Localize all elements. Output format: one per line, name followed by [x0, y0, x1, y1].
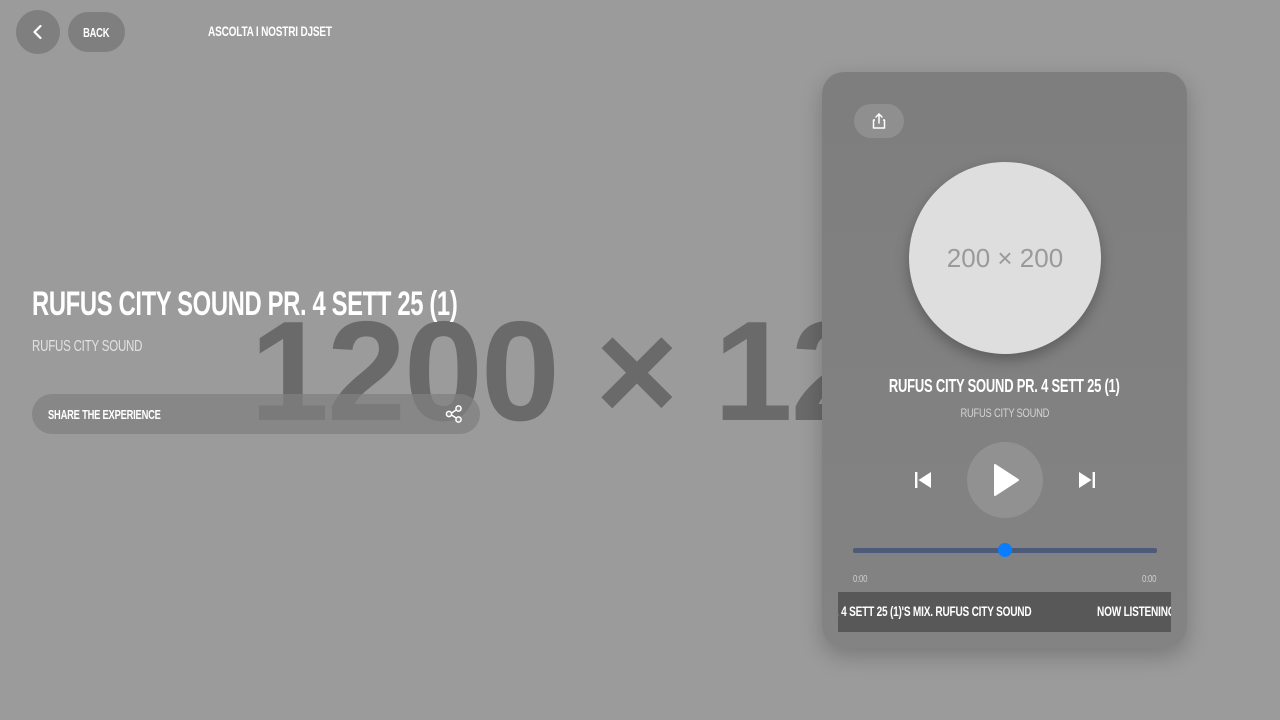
chevron-left-icon: [33, 24, 42, 40]
current-time: 0:00: [853, 569, 871, 587]
play-button[interactable]: [967, 442, 1043, 518]
album-cover-placeholder: 200 × 200: [946, 242, 1064, 273]
back-button[interactable]: BACK: [68, 12, 125, 52]
back-circle-button[interactable]: [16, 10, 60, 54]
page-title-text: ASCOLTA I NOSTRI DJSET: [208, 23, 332, 39]
ticker-track-text: . 4 SETT 25 (1)'S MIX. RUFUS CITY SOUND: [838, 603, 1107, 621]
progress-slider-thumb[interactable]: [998, 543, 1012, 557]
back-button-label: BACK: [83, 24, 110, 40]
total-time: 0:00: [1138, 569, 1156, 587]
ticker-track-label: . 4 SETT 25 (1)'S MIX. RUFUS CITY SOUND: [838, 603, 1032, 619]
track-title: RUFUS CITY SOUND PR. 4 SETT 25 (1): [32, 284, 640, 324]
next-track-button[interactable]: [1074, 468, 1100, 492]
player-track-title: RUFUS CITY SOUND PR. 4 SETT 25 (1): [822, 376, 1187, 397]
track-artist: RUFUS CITY SOUND: [32, 338, 185, 356]
ticker-status-text: NOW LISTENING: [1097, 603, 1171, 621]
previous-track-button[interactable]: [910, 468, 936, 492]
player-track-artist: RUFUS CITY SOUND: [822, 404, 1187, 422]
progress-slider[interactable]: [853, 543, 1157, 557]
player-card: 200 × 200 RUFUS CITY SOUND PR. 4 SETT 25…: [822, 72, 1187, 648]
now-listening-ticker: . 4 SETT 25 (1)'S MIX. RUFUS CITY SOUND …: [838, 592, 1171, 632]
page-title: ASCOLTA I NOSTRI DJSET: [208, 23, 380, 41]
player-track-title-text: RUFUS CITY SOUND PR. 4 SETT 25 (1): [889, 376, 1120, 396]
share-experience-button[interactable]: SHARE THE EXPERIENCE: [32, 394, 480, 434]
share-upload-button[interactable]: [854, 104, 904, 138]
skip-next-icon: [1079, 472, 1095, 488]
total-time-text: 0:00: [1141, 574, 1156, 585]
ticker-status-label: NOW LISTENING: [1097, 603, 1171, 619]
share-nodes-icon: [445, 405, 462, 423]
album-cover: 200 × 200: [909, 162, 1101, 354]
share-upload-icon: [872, 113, 886, 129]
track-artist-text: RUFUS CITY SOUND: [32, 338, 143, 355]
skip-previous-icon: [915, 472, 931, 488]
play-icon: [994, 464, 1019, 496]
track-title-text: RUFUS CITY SOUND PR. 4 SETT 25 (1): [32, 285, 458, 323]
player-track-artist-text: RUFUS CITY SOUND: [960, 406, 1049, 420]
share-label-text: SHARE THE EXPERIENCE: [48, 407, 161, 422]
share-label: SHARE THE EXPERIENCE: [48, 406, 205, 424]
current-time-text: 0:00: [853, 574, 868, 585]
